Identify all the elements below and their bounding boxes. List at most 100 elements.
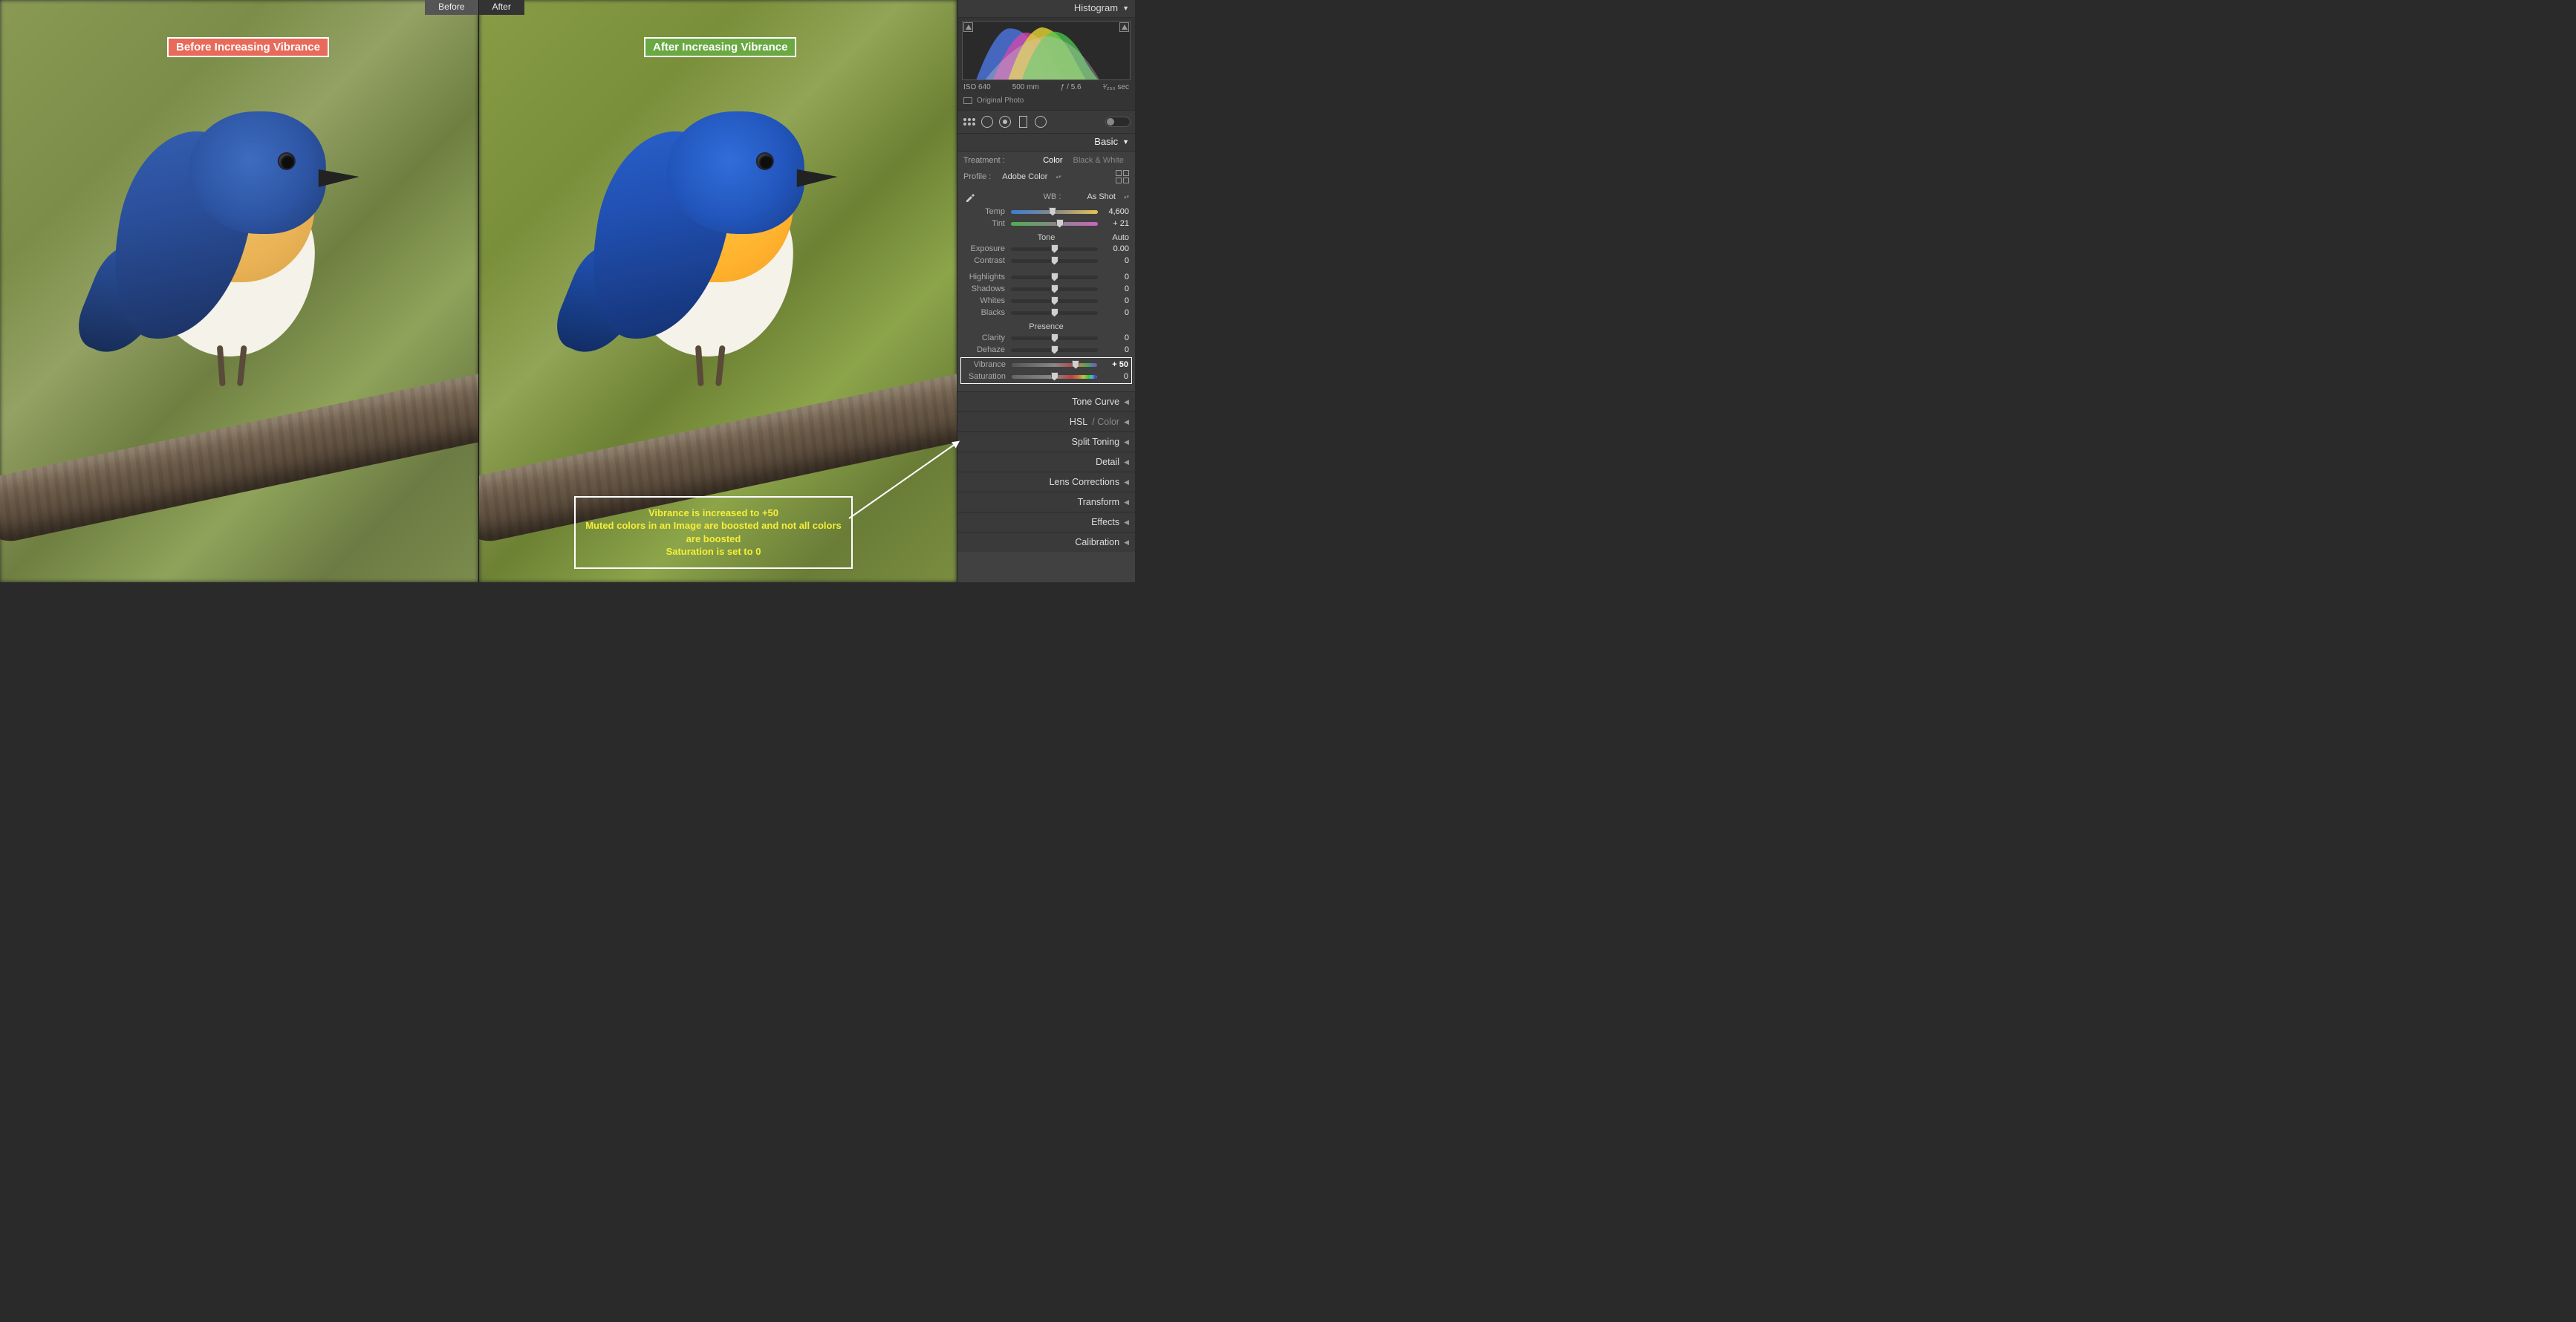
- split-toning-header[interactable]: Split Toning◀: [957, 432, 1135, 452]
- after-tab: After: [479, 0, 524, 15]
- treatment-label: Treatment :: [963, 156, 1005, 165]
- shadows-label: Shadows: [963, 284, 1005, 293]
- compare-canvas: Before After Before Increasing Vibrance …: [0, 0, 957, 582]
- chevron-left-icon: ◀: [1124, 478, 1129, 486]
- dehaze-value[interactable]: 0: [1104, 345, 1129, 354]
- radial-tool-icon[interactable]: [1033, 114, 1048, 129]
- original-photo-label: Original Photo: [977, 97, 1024, 105]
- chevron-left-icon: ◀: [1124, 398, 1129, 406]
- exif-focal: 500 mm: [1012, 83, 1039, 91]
- highlight-clip-icon[interactable]: [1119, 22, 1129, 32]
- exposure-slider[interactable]: [1011, 247, 1098, 251]
- vibrance-highlight-box: Vibrance + 50 Saturation 0: [960, 357, 1132, 384]
- after-overlay-label: After Increasing Vibrance: [644, 37, 796, 57]
- tone-curve-header[interactable]: Tone Curve◀: [957, 391, 1135, 411]
- before-overlay-label: Before Increasing Vibrance: [167, 37, 329, 57]
- blacks-value[interactable]: 0: [1104, 308, 1129, 317]
- whites-value[interactable]: 0: [1104, 296, 1129, 305]
- chevron-left-icon: ◀: [1124, 538, 1129, 547]
- exif-aperture: ƒ / 5.6: [1061, 83, 1082, 91]
- contrast-value[interactable]: 0: [1104, 256, 1129, 265]
- histogram-title: Histogram: [1074, 2, 1118, 13]
- bird-graphic: [585, 111, 830, 379]
- highlights-slider[interactable]: [1011, 276, 1098, 279]
- after-pane: After: [479, 0, 957, 582]
- before-tab: Before: [425, 0, 478, 15]
- contrast-slider[interactable]: [1011, 259, 1098, 263]
- vibrance-value[interactable]: + 50: [1103, 360, 1128, 369]
- chevron-left-icon: ◀: [1124, 418, 1129, 426]
- tint-label: Tint: [963, 219, 1005, 228]
- histogram-chart[interactable]: [962, 21, 1131, 80]
- updown-icon[interactable]: ▴▾: [1056, 175, 1061, 179]
- effects-header[interactable]: Effects◀: [957, 512, 1135, 532]
- spot-tool-icon[interactable]: [980, 114, 995, 129]
- profile-dropdown[interactable]: Adobe Color: [997, 172, 1053, 182]
- crop-tool-icon[interactable]: [962, 114, 977, 129]
- chevron-left-icon: ◀: [1124, 438, 1129, 446]
- tint-slider[interactable]: [1011, 222, 1098, 226]
- mask-toggle[interactable]: [1105, 117, 1131, 127]
- local-tools-strip: [957, 110, 1135, 134]
- graduated-tool-icon[interactable]: [1015, 114, 1030, 129]
- contrast-label: Contrast: [963, 256, 1005, 265]
- wb-label: WB :: [1044, 192, 1061, 201]
- transform-header[interactable]: Transform◀: [957, 492, 1135, 512]
- basic-header[interactable]: Basic ▼: [957, 134, 1135, 152]
- basic-section: Treatment : Color Black & White Profile …: [957, 152, 1135, 391]
- clarity-label: Clarity: [963, 333, 1005, 342]
- saturation-slider[interactable]: [1012, 375, 1097, 379]
- whites-label: Whites: [963, 296, 1005, 305]
- develop-panel: Histogram ▼ ISO 640 500 mm ƒ / 5.6 ¹⁄₂₅₀…: [957, 0, 1135, 582]
- redeye-tool-icon[interactable]: [998, 114, 1012, 129]
- exif-row: ISO 640 500 mm ƒ / 5.6 ¹⁄₂₅₀ sec: [962, 80, 1131, 94]
- exposure-label: Exposure: [963, 244, 1005, 253]
- shadows-value[interactable]: 0: [1104, 284, 1129, 293]
- shadows-slider[interactable]: [1011, 287, 1098, 291]
- auto-tone-button[interactable]: Auto: [1112, 233, 1129, 242]
- chevron-left-icon: ◀: [1124, 498, 1129, 507]
- highlights-value[interactable]: 0: [1104, 273, 1129, 281]
- exif-shutter: ¹⁄₂₅₀ sec: [1103, 83, 1129, 91]
- saturation-value[interactable]: 0: [1103, 372, 1128, 381]
- detail-header[interactable]: Detail◀: [957, 452, 1135, 472]
- vibrance-slider[interactable]: [1012, 363, 1097, 367]
- updown-icon[interactable]: ▴▾: [1124, 195, 1129, 199]
- wb-dropdown[interactable]: As Shot: [1082, 192, 1121, 202]
- hsl-header[interactable]: HSL / Color◀: [957, 411, 1135, 432]
- dehaze-label: Dehaze: [963, 345, 1005, 354]
- temp-value[interactable]: 4,600: [1104, 207, 1129, 216]
- tint-value[interactable]: + 21: [1104, 219, 1129, 228]
- clarity-slider[interactable]: [1011, 336, 1098, 340]
- basic-title: Basic: [1094, 136, 1118, 147]
- tone-subheader: Tone: [1038, 233, 1056, 242]
- blacks-slider[interactable]: [1011, 311, 1098, 315]
- histogram-section: ISO 640 500 mm ƒ / 5.6 ¹⁄₂₅₀ sec Origina…: [957, 18, 1135, 110]
- bird-graphic: [107, 111, 352, 379]
- calibration-header[interactable]: Calibration◀: [957, 532, 1135, 552]
- blacks-label: Blacks: [963, 308, 1005, 317]
- presence-subheader: Presence: [1029, 322, 1063, 331]
- original-photo-checkbox[interactable]: [963, 97, 972, 104]
- treatment-color[interactable]: Color: [1038, 155, 1067, 166]
- exposure-value[interactable]: 0.00: [1104, 244, 1129, 253]
- dehaze-slider[interactable]: [1011, 348, 1098, 352]
- shadow-clip-icon[interactable]: [963, 22, 973, 32]
- whites-slider[interactable]: [1011, 299, 1098, 303]
- chevron-left-icon: ◀: [1124, 518, 1129, 527]
- histogram-header[interactable]: Histogram ▼: [957, 0, 1135, 18]
- temp-slider[interactable]: [1011, 210, 1098, 214]
- treatment-bw[interactable]: Black & White: [1068, 155, 1129, 166]
- profile-label: Profile :: [963, 172, 991, 181]
- highlights-label: Highlights: [963, 273, 1005, 281]
- saturation-label: Saturation: [964, 372, 1006, 381]
- clarity-value[interactable]: 0: [1104, 333, 1129, 342]
- vibrance-label: Vibrance: [964, 360, 1006, 369]
- profile-browser-icon[interactable]: [1116, 170, 1129, 183]
- callout-line3: Saturation is set to 0: [583, 545, 844, 559]
- wb-eyedropper-icon[interactable]: [963, 190, 977, 203]
- callout-annotation: Vibrance is increased to +50 Muted color…: [574, 496, 853, 569]
- callout-line1: Vibrance is increased to +50: [583, 507, 844, 520]
- lens-corrections-header[interactable]: Lens Corrections◀: [957, 472, 1135, 492]
- callout-line2: Muted colors in an Image are boosted and…: [583, 519, 844, 545]
